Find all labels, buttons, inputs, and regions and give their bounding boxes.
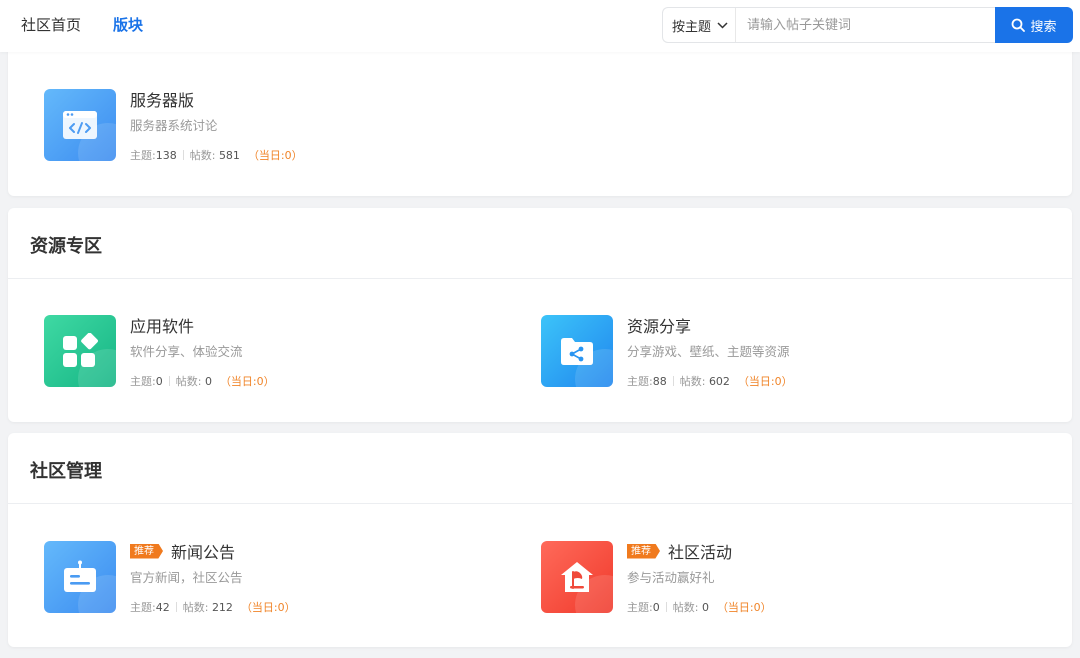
posts-count: 602 xyxy=(708,374,730,388)
today-count: （当日:0） xyxy=(219,375,275,388)
stats-divider xyxy=(175,602,177,612)
forum-name-row: 资源分享 xyxy=(627,313,691,337)
search-mode-label: 按主题 xyxy=(672,19,712,35)
section-card-community: 社区管理 推荐 新闻公告 官方新闻，社区公告 主题: 42 帖数: 212 （当日… xyxy=(8,433,1072,647)
forum-description: 服务器系统讨论 xyxy=(130,118,218,133)
apps-grid-icon xyxy=(44,315,116,387)
stats-divider xyxy=(182,150,184,160)
search-button-label: 搜索 xyxy=(1030,19,1057,35)
posts-count: 0 xyxy=(701,600,709,614)
threads-count: 88 xyxy=(652,374,667,388)
posts-label: 帖数: xyxy=(672,601,699,614)
today-count: （当日:0） xyxy=(737,375,793,388)
recommend-badge: 推荐 xyxy=(130,543,163,559)
search-icon xyxy=(1012,18,1026,32)
forum-name-row: 服务器版 xyxy=(130,87,194,111)
posts-count: 0 xyxy=(204,374,212,388)
today-count: （当日:0） xyxy=(716,601,772,614)
nav-home-link[interactable]: 社区首页 xyxy=(21,14,81,35)
section-card-resources: 资源专区 应用软件 软件分享、体验交流 主题: 0 帖数: 0 （当日:0） 资… xyxy=(8,208,1072,422)
section-divider xyxy=(8,278,1072,279)
code-window-icon xyxy=(44,89,116,161)
threads-count: 42 xyxy=(155,600,170,614)
forum-item-apps[interactable]: 应用软件 软件分享、体验交流 主题: 0 帖数: 0 （当日:0） xyxy=(44,315,524,405)
nav-board-link[interactable]: 版块 xyxy=(113,14,143,35)
forum-item-server[interactable]: 服务器版 服务器系统讨论 主题: 138 帖数: 581 （当日:0） xyxy=(44,89,524,179)
forum-stats: 主题: 0 帖数: 0 （当日:0） xyxy=(130,373,275,389)
search-button[interactable]: 搜索 xyxy=(995,7,1073,43)
posts-label: 帖数: xyxy=(189,149,216,162)
forum-stats: 主题: 42 帖数: 212 （当日:0） xyxy=(130,599,296,615)
forum-name[interactable]: 应用软件 xyxy=(130,313,194,337)
stats-divider xyxy=(672,376,674,386)
forum-name[interactable]: 新闻公告 xyxy=(171,539,235,563)
forum-name[interactable]: 社区活动 xyxy=(668,539,732,563)
home-flag-icon xyxy=(541,541,613,613)
recommend-badge: 推荐 xyxy=(627,543,660,559)
search-input[interactable] xyxy=(737,8,995,42)
search-box: 按主题 xyxy=(662,7,996,43)
threads-count: 0 xyxy=(155,374,163,388)
section-title: 资源专区 xyxy=(30,236,102,257)
forum-name[interactable]: 服务器版 xyxy=(130,87,194,111)
today-count: （当日:0） xyxy=(247,149,303,162)
today-count: （当日:0） xyxy=(240,601,296,614)
forum-description: 参与活动赢好礼 xyxy=(627,570,715,585)
forum-stats: 主题: 138 帖数: 581 （当日:0） xyxy=(130,147,303,163)
forum-name-row: 推荐 新闻公告 xyxy=(130,539,235,563)
top-bar: 社区首页 版块 按主题 搜索 xyxy=(0,0,1080,52)
threads-label: 主题: xyxy=(130,601,156,614)
posts-label: 帖数: xyxy=(182,601,209,614)
section-card-server: 服务器版 服务器系统讨论 主题: 138 帖数: 581 （当日:0） xyxy=(8,44,1072,196)
forum-item-events[interactable]: 推荐 社区活动 参与活动赢好礼 主题: 0 帖数: 0 （当日:0） xyxy=(541,541,1021,631)
share-folder-icon xyxy=(541,315,613,387)
forum-stats: 主题: 88 帖数: 602 （当日:0） xyxy=(627,373,793,389)
posts-count: 212 xyxy=(211,600,233,614)
threads-label: 主题: xyxy=(627,375,653,388)
threads-count: 0 xyxy=(652,600,660,614)
section-title: 社区管理 xyxy=(30,461,102,482)
forum-stats: 主题: 0 帖数: 0 （当日:0） xyxy=(627,599,772,615)
forum-description: 分享游戏、壁纸、主题等资源 xyxy=(627,344,790,359)
stats-divider xyxy=(665,602,667,612)
search-mode-select[interactable]: 按主题 xyxy=(663,8,736,42)
section-divider xyxy=(8,503,1072,504)
chevron-down-icon xyxy=(717,21,728,29)
forum-item-news[interactable]: 推荐 新闻公告 官方新闻，社区公告 主题: 42 帖数: 212 （当日:0） xyxy=(44,541,524,631)
forum-name[interactable]: 资源分享 xyxy=(627,313,691,337)
forum-description: 官方新闻，社区公告 xyxy=(130,570,243,585)
forum-name-row: 应用软件 xyxy=(130,313,194,337)
stats-divider xyxy=(168,376,170,386)
forum-description: 软件分享、体验交流 xyxy=(130,344,243,359)
forum-item-resource-share[interactable]: 资源分享 分享游戏、壁纸、主题等资源 主题: 88 帖数: 602 （当日:0） xyxy=(541,315,1021,405)
threads-label: 主题: xyxy=(130,149,156,162)
posts-label: 帖数: xyxy=(679,375,706,388)
forum-name-row: 推荐 社区活动 xyxy=(627,539,732,563)
posts-label: 帖数: xyxy=(175,375,202,388)
threads-label: 主题: xyxy=(627,601,653,614)
notice-board-icon xyxy=(44,541,116,613)
threads-label: 主题: xyxy=(130,375,156,388)
threads-count: 138 xyxy=(155,148,177,162)
posts-count: 581 xyxy=(218,148,240,162)
